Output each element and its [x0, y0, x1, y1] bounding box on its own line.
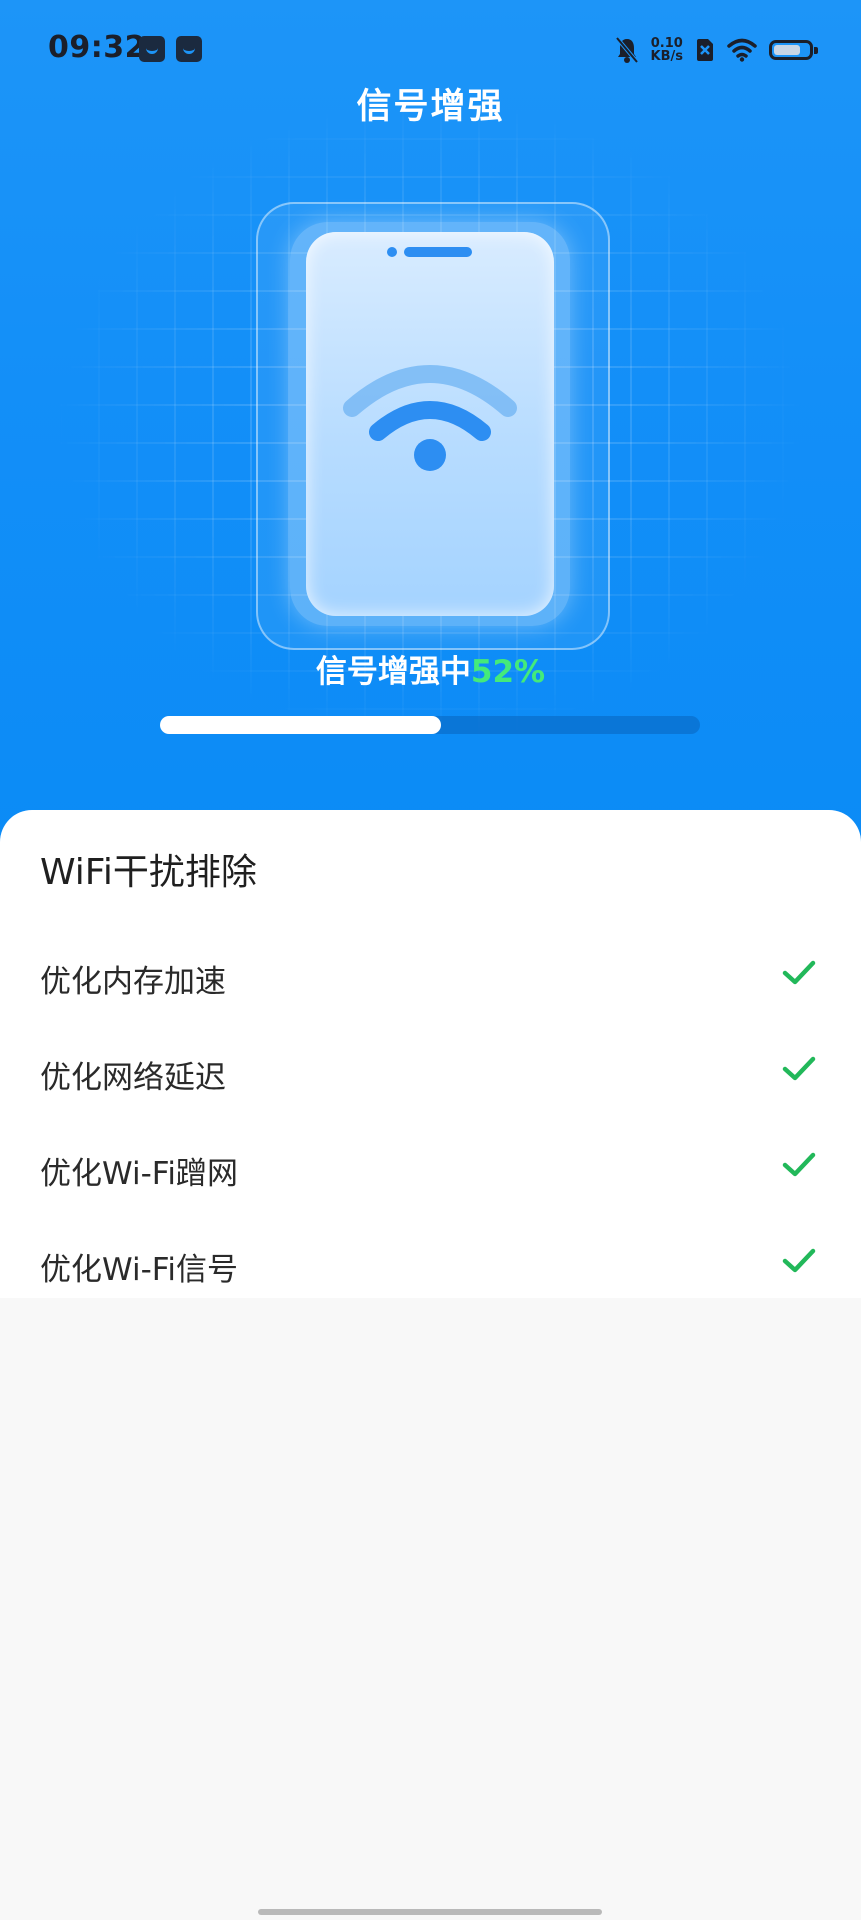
- status-time: 09:32: [48, 30, 146, 65]
- list-item: 优化内存加速: [0, 924, 861, 1020]
- boost-status: 信号增强中52%: [0, 646, 861, 691]
- list-item-label: 优化内存加速: [40, 964, 226, 1000]
- boost-progress-fill: [160, 716, 441, 734]
- wifi-interference-card: WiFi干扰排除 优化内存加速 优化网络延迟 优化Wi-Fi蹭网 优化Wi-Fi…: [0, 810, 861, 1298]
- mute-icon: [614, 36, 639, 64]
- calendar-icon: [176, 36, 202, 62]
- boost-percent: 52%: [470, 654, 546, 690]
- hero-banner: 09:32 0.10 KB/s 信号增强 信号增强中52%: [0, 0, 861, 860]
- check-icon: [782, 960, 816, 985]
- phone-camera: [387, 247, 397, 257]
- net-speed: 0.10 KB/s: [651, 37, 683, 63]
- battery-icon: [769, 40, 818, 60]
- list-item-label: 优化Wi-Fi蹭网: [40, 1156, 238, 1192]
- boost-label-text: 信号增强中: [315, 654, 471, 690]
- card-title: WiFi干扰排除: [40, 852, 257, 893]
- list-item: 优化Wi-Fi蹭网: [0, 1116, 861, 1212]
- mail-icon: [139, 36, 165, 62]
- status-right-icons: 0.10 KB/s: [614, 32, 818, 68]
- check-icon: [782, 1248, 816, 1273]
- check-icon: [782, 1056, 816, 1081]
- check-icon: [782, 1152, 816, 1177]
- sim-icon: [697, 39, 713, 61]
- boost-progress-bar: [160, 716, 700, 734]
- list-item: 优化网络延迟: [0, 1020, 861, 1116]
- net-speed-unit: KB/s: [650, 49, 683, 64]
- list-item-label: 优化网络延迟: [40, 1060, 226, 1096]
- list-item: 优化Wi-Fi信号: [0, 1212, 861, 1308]
- page-title: 信号增强: [356, 87, 505, 127]
- wifi-icon: [727, 38, 757, 62]
- wifi-signal-icon: [343, 365, 517, 471]
- phone-speaker: [404, 247, 472, 257]
- home-indicator[interactable]: [258, 1909, 602, 1915]
- list-item-label: 优化Wi-Fi信号: [40, 1252, 238, 1288]
